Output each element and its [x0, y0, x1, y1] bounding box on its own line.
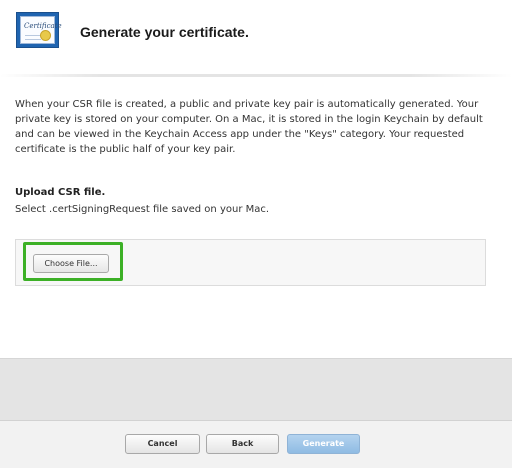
certificate-paper: Certificate: [20, 16, 62, 44]
back-button[interactable]: Back: [206, 434, 279, 454]
upload-instructions: Select .certSigningRequest file saved on…: [15, 204, 270, 215]
page-title: Generate your certificate.: [80, 24, 249, 40]
cancel-button[interactable]: Cancel: [125, 434, 200, 454]
header: Certificate Generate your certificate.: [0, 0, 512, 78]
seal-icon: [40, 30, 51, 41]
header-divider: [0, 74, 512, 77]
page: Certificate Generate your certificate. W…: [0, 0, 512, 468]
certificate-icon-text: Certificate: [24, 22, 62, 30]
choose-file-button[interactable]: Choose File...: [33, 254, 109, 273]
csr-description: When your CSR file is created, a public …: [15, 99, 483, 155]
generate-button[interactable]: Generate: [287, 434, 360, 454]
footer-band: [0, 358, 512, 421]
certificate-icon: Certificate: [16, 12, 62, 48]
upload-heading: Upload CSR file.: [15, 187, 106, 198]
certificate-line: [25, 39, 41, 40]
